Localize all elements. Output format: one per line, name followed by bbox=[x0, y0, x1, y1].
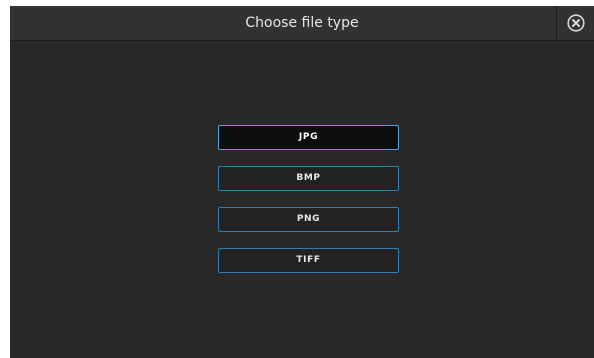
file-type-option-tiff[interactable]: TIFF bbox=[218, 248, 399, 273]
dialog-title: Choose file type bbox=[245, 15, 359, 31]
close-circle-icon bbox=[566, 14, 585, 32]
close-button[interactable] bbox=[556, 6, 594, 40]
file-type-option-png[interactable]: PNG bbox=[218, 207, 399, 232]
dialog-titlebar: Choose file type bbox=[10, 6, 594, 41]
file-type-option-bmp[interactable]: BMP bbox=[218, 166, 399, 191]
choose-file-type-dialog: Choose file type JPG BMP PNG TIFF bbox=[10, 6, 594, 358]
file-type-option-jpg[interactable]: JPG bbox=[218, 125, 399, 150]
